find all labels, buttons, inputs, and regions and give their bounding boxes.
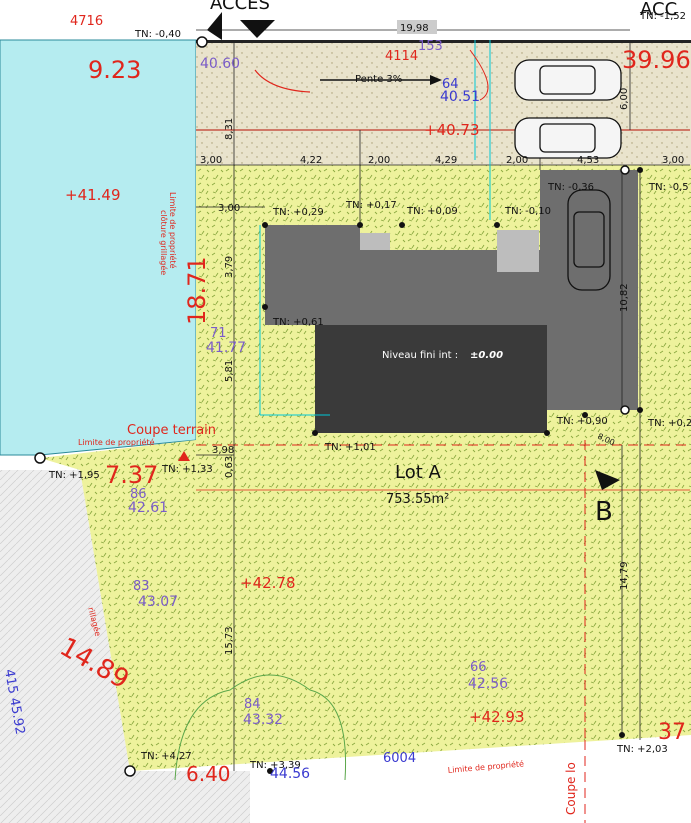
tn-label: TN: +0,17 bbox=[345, 200, 397, 211]
elevation-red: 18.71 bbox=[183, 256, 211, 325]
tn-label: TN: -0,5 bbox=[648, 182, 689, 193]
lot-area: 753.55m² bbox=[386, 492, 449, 507]
lot-name: Lot A bbox=[395, 462, 442, 483]
building-main bbox=[315, 325, 547, 433]
dim-label: 3,98 bbox=[212, 445, 234, 456]
dim-label: 14,79 bbox=[619, 561, 630, 590]
dim-label: 8,31 bbox=[224, 118, 235, 140]
car-icon-2 bbox=[514, 117, 622, 159]
elevation-red: 7.37 bbox=[105, 461, 158, 489]
limit-note: Limite de propriété bbox=[78, 437, 155, 447]
coupe-terrain-label: Coupe terrain bbox=[127, 423, 216, 438]
tn-label: TN: +1,33 bbox=[161, 464, 213, 475]
elevation-red: +41.49 bbox=[65, 186, 121, 204]
elevation-blue: 43.32 bbox=[243, 712, 283, 728]
elevation-blue: 71 bbox=[210, 326, 227, 341]
floor-value: ±0.00 bbox=[470, 350, 503, 361]
tn-label: TN: -0,40 bbox=[134, 29, 181, 40]
elevation-red: 4716 bbox=[70, 14, 103, 29]
building-light-block-2 bbox=[497, 230, 539, 272]
tn-label: TN: +1,01 bbox=[324, 442, 376, 453]
elevation-red: 4114 bbox=[385, 49, 418, 64]
dim-label: 4,22 bbox=[300, 155, 322, 166]
dim-label: 0,63 bbox=[224, 456, 235, 478]
elevation-blue: 83 bbox=[133, 579, 150, 594]
tn-label: TN: +1,95 bbox=[48, 470, 100, 481]
dim-label: 3,00 bbox=[218, 203, 240, 214]
elevation-blue: 40.51 bbox=[440, 89, 480, 105]
dim-label: 2,00 bbox=[368, 155, 390, 166]
dim-label: 4,29 bbox=[435, 155, 457, 166]
tn-label: TN: +0,09 bbox=[406, 206, 458, 217]
building-light-block bbox=[360, 233, 390, 250]
limit-note: Limite de propriété bbox=[447, 758, 524, 775]
tn-label: TN: +0,90 bbox=[556, 416, 608, 427]
elevation-blue: 153 bbox=[418, 39, 443, 54]
elevation-blue: 66 bbox=[470, 660, 487, 675]
dim-label: 6,00 bbox=[619, 88, 630, 110]
elevation-red: 6.40 bbox=[186, 762, 231, 786]
dim-label: 5,81 bbox=[224, 360, 235, 382]
elevation-blue: 42.56 bbox=[468, 676, 508, 692]
dim-label: 3,00 bbox=[200, 155, 222, 166]
elevation-blue: 6004 bbox=[383, 751, 416, 766]
dim-label: 4,53 bbox=[577, 155, 599, 166]
elevation-blue: 40.60 bbox=[200, 56, 240, 72]
elevation-red: 9.23 bbox=[88, 56, 141, 84]
dim-label: 10,82 bbox=[619, 283, 630, 312]
dim-label: 19,98 bbox=[400, 23, 429, 34]
tn-label: TN: +0,61 bbox=[272, 317, 324, 328]
limit-note: Limite de propriété bbox=[168, 192, 178, 269]
road-edge bbox=[196, 40, 691, 43]
section-b-label: B bbox=[595, 497, 613, 527]
tn-label: TN: -0,36 bbox=[547, 182, 594, 193]
elevation-red: +42.78 bbox=[240, 574, 296, 592]
site-plan-canvas: ACCES ACC Lot A 753.55m² Niveau fini int… bbox=[0, 0, 691, 823]
site-plan-drawing: ACCES ACC Lot A 753.55m² Niveau fini int… bbox=[0, 0, 691, 823]
tn-label: TN: +4,27 bbox=[140, 751, 192, 762]
elevation-blue: 43.07 bbox=[138, 594, 178, 610]
limit-note: clôture grillagée bbox=[159, 210, 169, 275]
tn-label: TN: +0,2 bbox=[647, 418, 691, 429]
coupe-side-label: Coupe lo bbox=[564, 762, 578, 815]
car-icon-1 bbox=[514, 59, 622, 101]
access-marker-icon bbox=[240, 20, 275, 38]
elevation-red: +42.93 bbox=[469, 708, 525, 726]
elevation-red: 39.96 bbox=[622, 46, 691, 74]
tn-label: TN: -0,10 bbox=[504, 206, 551, 217]
elevation-blue: 84 bbox=[244, 697, 261, 712]
dim-label: 3,00 bbox=[662, 155, 684, 166]
elevation-red: 37 bbox=[658, 720, 686, 745]
elevation-red: +40.73 bbox=[424, 121, 480, 139]
dim-label: 15,73 bbox=[224, 626, 235, 655]
floor-label: Niveau fini int : bbox=[382, 350, 458, 361]
tn-label: TN: +0,29 bbox=[272, 207, 324, 218]
elevation-blue: 41.77 bbox=[206, 340, 246, 356]
car-icon-3 bbox=[567, 189, 611, 291]
acces-label-left: ACCES bbox=[210, 0, 270, 14]
dim-label: 3,79 bbox=[224, 256, 235, 278]
tn-label: TN: +2,03 bbox=[616, 744, 668, 755]
slope-label: Pente 3% bbox=[355, 74, 402, 85]
elevation-blue: 44.56 bbox=[270, 766, 310, 782]
elevation-blue: 42.61 bbox=[128, 500, 168, 516]
dim-label: 2,00 bbox=[506, 155, 528, 166]
access-marker-left-icon bbox=[207, 12, 222, 40]
tn-label: TN: -1,52 bbox=[639, 11, 686, 22]
